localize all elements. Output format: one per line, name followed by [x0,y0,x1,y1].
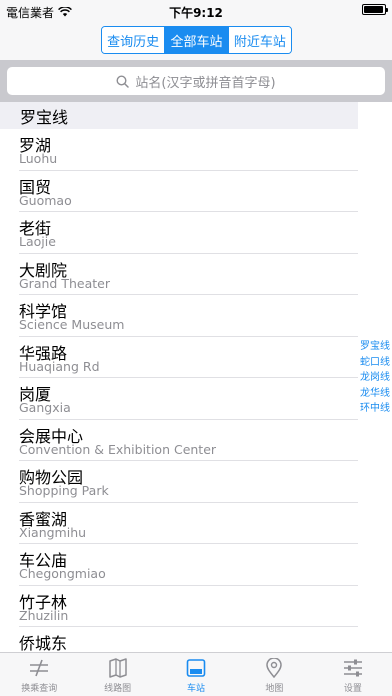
station-row[interactable]: 侨城东 [0,627,358,652]
station-row[interactable]: 竹子林 Zhuzilin [0,586,358,628]
tab-stations[interactable]: 车站 [157,653,235,696]
station-icon [185,658,207,681]
station-pinyin: Zhuzilin [19,607,69,623]
transfer-icon [28,658,50,681]
segmented-control: 查询历史 全部车站 附近车站 [101,26,292,54]
station-pinyin: Luohu [19,151,58,166]
index-item[interactable]: 环中线 [360,401,390,417]
index-item[interactable]: 蛇口线 [360,355,390,371]
station-pinyin: Science Museum [19,317,125,332]
station-row[interactable]: 香蜜湖 Xiangmihu [0,503,358,545]
search-bar: 站名(汉字或拼音首字母) [0,60,392,102]
station-row[interactable]: 科学馆 Science Museum [0,295,358,337]
status-right [362,4,388,15]
station-row[interactable]: 华强路 Huaqiang Rd [0,337,358,379]
tab-map[interactable]: 地图 [235,653,313,696]
tab-bar: 换乘查询 线路图 车站 地图 设置 [0,652,392,696]
station-row[interactable]: 岗厦 Gangxia [0,378,358,420]
station-pinyin: Laojie [19,234,56,249]
battery-icon [362,4,388,15]
tab-line-map[interactable]: 线路图 [78,653,156,696]
search-placeholder: 站名(汉字或拼音首字母) [135,75,276,91]
station-pinyin: Convention & Exhibition Center [19,441,217,457]
map-book-icon [107,658,129,681]
station-row[interactable]: 罗湖 Luohu [0,129,358,171]
tab-label: 换乘查询 [21,684,58,694]
station-name: 侨城东 [19,634,68,652]
search-input[interactable]: 站名(汉字或拼音首字母) [7,67,385,95]
status-time: 下午9:12 [169,6,223,20]
status-bar: 電信業者 下午9:12 [0,0,392,22]
index-item[interactable]: 龙华线 [360,386,390,402]
station-pinyin: Guomao [19,192,72,208]
index-item[interactable]: 罗宝线 [360,339,390,355]
segment-history[interactable]: 查询历史 [102,27,166,53]
line-index: 罗宝线 蛇口线 龙岗线 龙华线 环中线 [358,339,392,417]
station-row[interactable]: 大剧院 Grand Theater [0,254,358,296]
tab-label: 地图 [265,684,284,694]
station-pinyin: Chegongmiao [19,566,106,581]
app-screen: 電信業者 下午9:12 查询历史 全部车站 附近车站 站名(汉字或拼音首字母) … [0,0,392,696]
tab-label: 车站 [187,684,206,694]
battery-fill [364,6,383,13]
station-row[interactable]: 老街 Laojie [0,212,358,254]
segment-all-stations[interactable]: 全部车站 [165,27,229,53]
location-pin-icon [263,658,285,681]
tab-transfer[interactable]: 换乘查询 [0,653,78,696]
station-row[interactable]: 车公庙 Chegongmiao [0,544,358,586]
station-pinyin: Xiangmihu [19,524,87,540]
station-pinyin: Huaqiang Rd [19,358,100,374]
settings-sliders-icon [342,658,364,681]
tab-label: 设置 [343,684,362,694]
section-header: 罗宝线 [0,102,358,129]
index-item[interactable]: 龙岗线 [360,370,390,386]
station-row[interactable]: 会展中心 Convention & Exhibition Center [0,420,358,462]
nav-bar: 查询历史 全部车站 附近车站 [0,22,392,60]
search-icon [116,74,130,88]
station-list: 罗宝线 罗湖 Luohu 国贸 Guomao 老街 Laojie 大剧院 Gra… [0,102,358,652]
segment-nearby[interactable]: 附近车站 [228,27,291,53]
station-row[interactable]: 购物公园 Shopping Park [0,461,358,503]
station-pinyin: Grand Theater [19,275,110,291]
station-pinyin: Gangxia [19,400,71,415]
station-pinyin: Shopping Park [19,483,109,498]
tab-settings[interactable]: 设置 [314,653,392,696]
tab-label: 线路图 [104,684,132,694]
station-row[interactable]: 国贸 Guomao [0,171,358,213]
